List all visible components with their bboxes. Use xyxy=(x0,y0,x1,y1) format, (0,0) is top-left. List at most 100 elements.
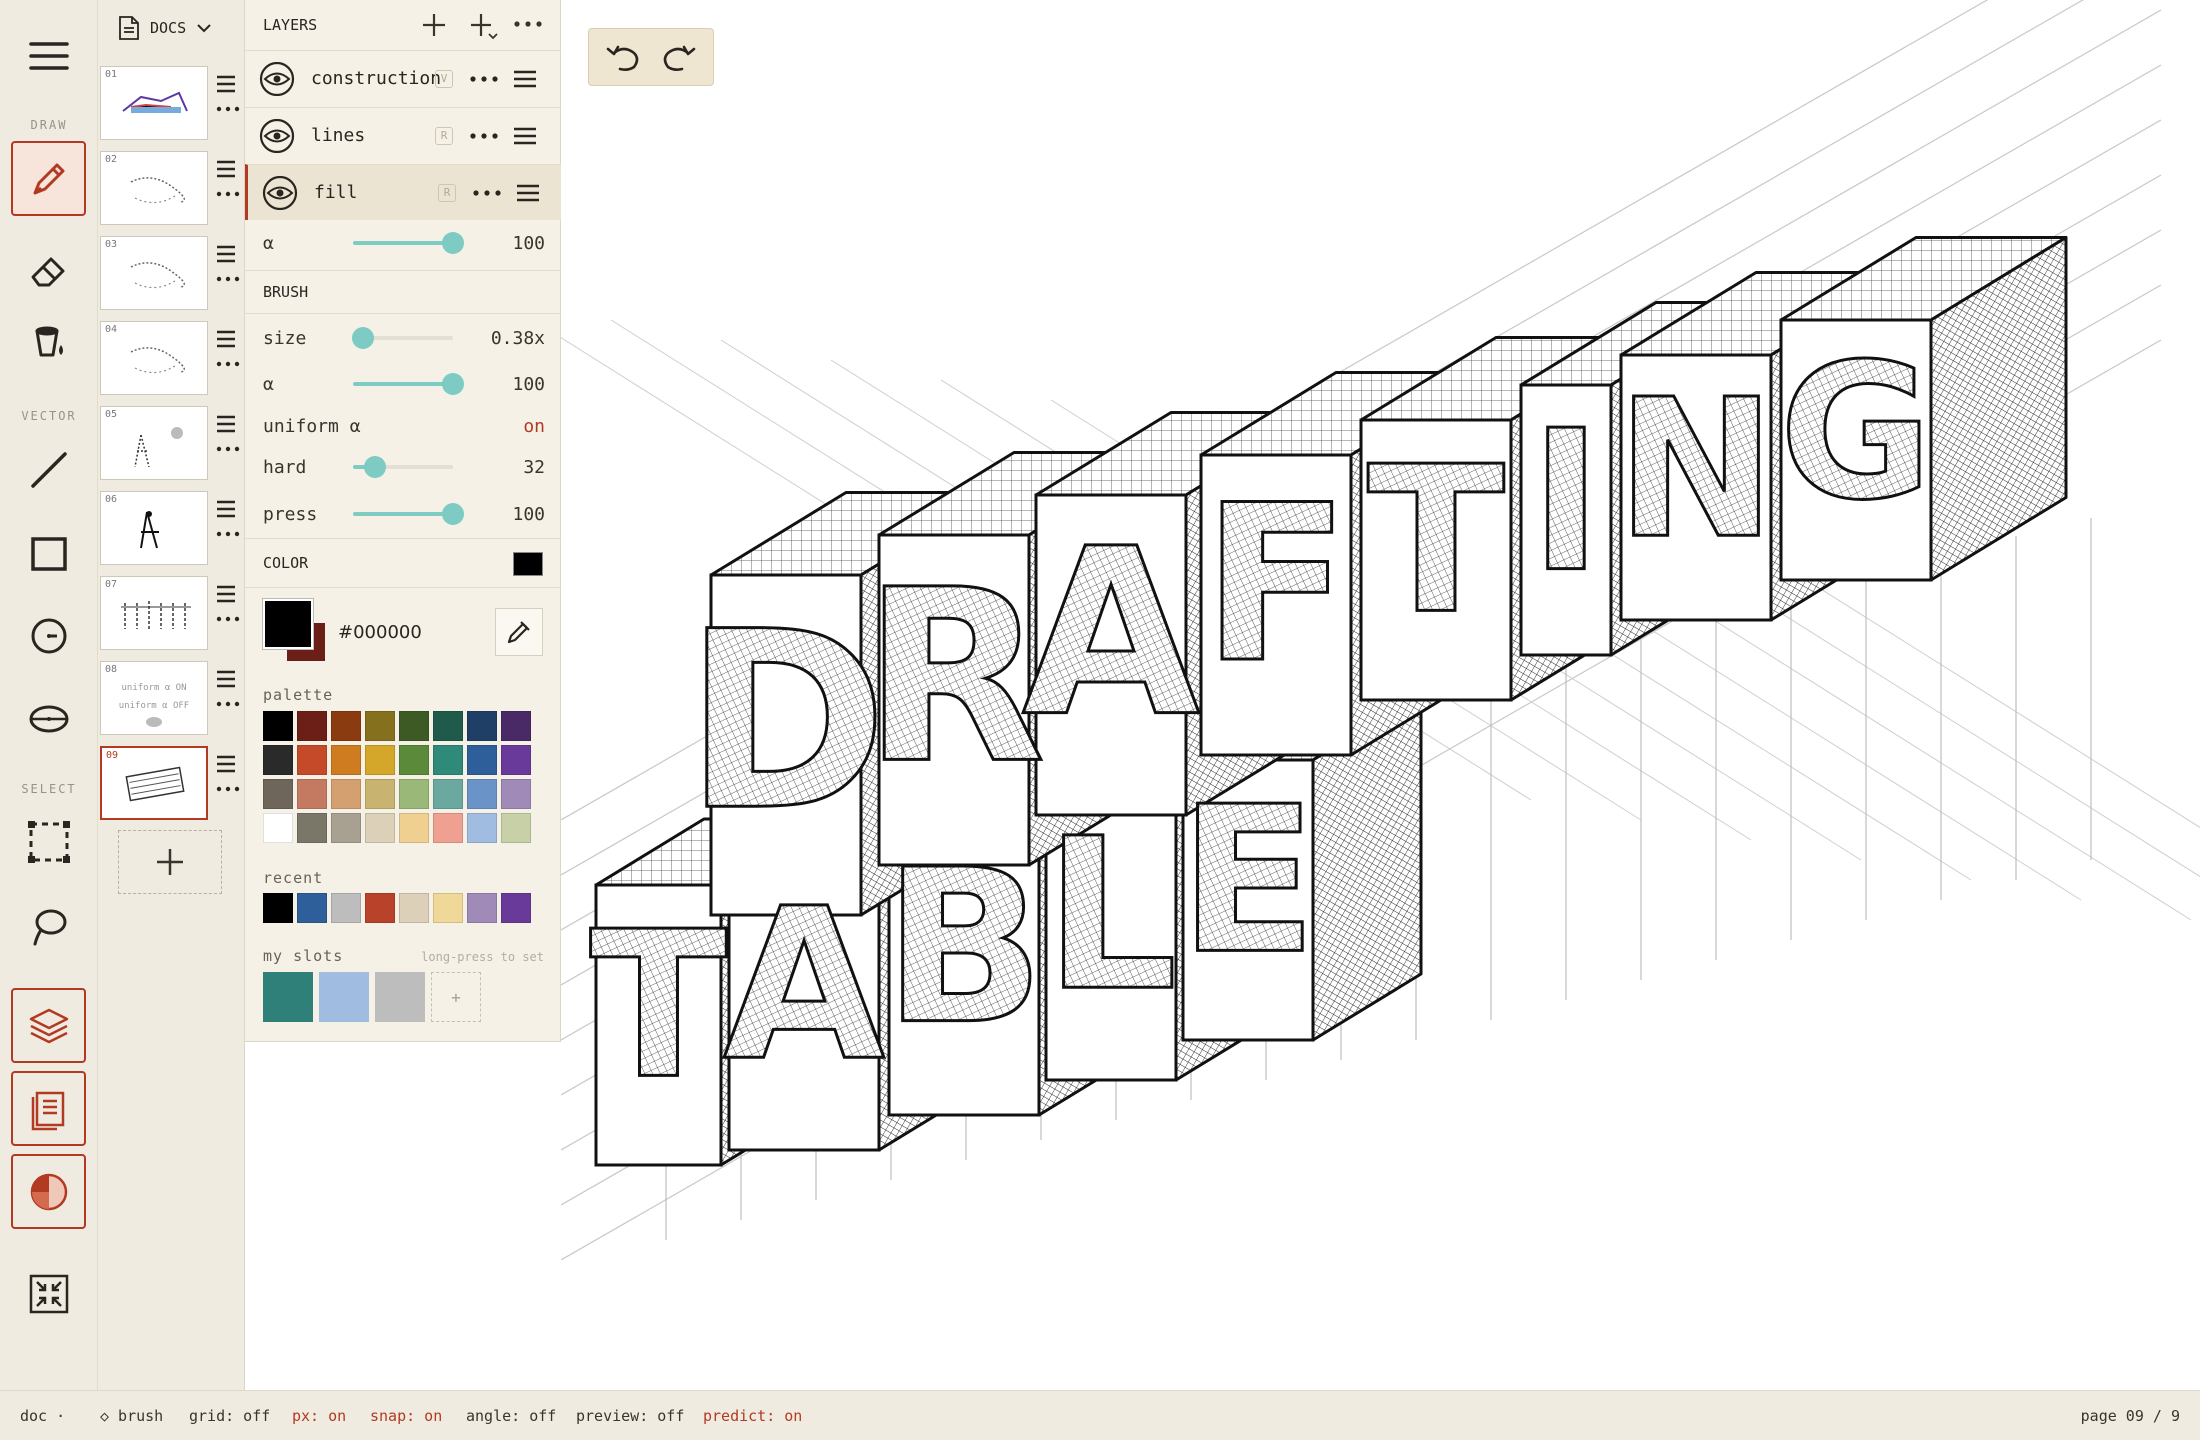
brush-size-slider[interactable] xyxy=(352,327,453,349)
recent-swatch[interactable] xyxy=(501,893,531,923)
status-doc[interactable]: doc · xyxy=(20,1407,65,1425)
drag-handle-icon[interactable] xyxy=(516,183,540,203)
slider-knob[interactable] xyxy=(352,327,374,349)
page-menu-icon[interactable] xyxy=(216,244,236,264)
fit-screen-button[interactable] xyxy=(11,1256,86,1331)
more-icon[interactable] xyxy=(472,189,502,197)
slider-knob[interactable] xyxy=(442,503,464,525)
palette-swatch[interactable] xyxy=(399,813,429,843)
ellipse-tool-button[interactable] xyxy=(11,598,86,673)
page-row[interactable]: 07 xyxy=(98,576,245,654)
palette-swatch[interactable] xyxy=(331,779,361,809)
color-slot[interactable] xyxy=(263,972,313,1022)
menu-button[interactable] xyxy=(11,18,86,93)
layer-name[interactable]: construction xyxy=(311,68,441,89)
pages-panel-button[interactable] xyxy=(11,1071,86,1146)
page-more-icon[interactable] xyxy=(216,786,240,792)
palette-swatch[interactable] xyxy=(501,813,531,843)
page-menu-icon[interactable] xyxy=(216,669,236,689)
page-row[interactable]: 08 uniform α ON uniform α OFF xyxy=(98,661,245,739)
status-angle[interactable]: angle: off xyxy=(466,1407,556,1425)
page-row[interactable]: 02 xyxy=(98,151,245,229)
palette-swatch[interactable] xyxy=(297,745,327,775)
line-tool-button[interactable] xyxy=(11,432,86,507)
page-thumbnail[interactable]: 09 xyxy=(100,746,208,820)
page-thumbnail[interactable]: 06 xyxy=(100,491,208,565)
page-menu-icon[interactable] xyxy=(216,74,236,94)
eye-icon[interactable] xyxy=(259,62,295,96)
page-row[interactable]: 05 xyxy=(98,406,245,484)
page-thumbnail[interactable]: 05 xyxy=(100,406,208,480)
palette-swatch[interactable] xyxy=(399,779,429,809)
status-grid[interactable]: grid: off xyxy=(189,1407,270,1425)
add-slot-button[interactable]: + xyxy=(431,972,481,1022)
layer-mode-badge[interactable]: R xyxy=(438,183,456,202)
palette-swatch[interactable] xyxy=(365,813,395,843)
current-color-chip[interactable] xyxy=(513,552,543,576)
palette-swatch[interactable] xyxy=(467,779,497,809)
recent-swatch[interactable] xyxy=(365,893,395,923)
page-thumbnail[interactable]: 08 uniform α ON uniform α OFF xyxy=(100,661,208,735)
primary-color-swatch[interactable] xyxy=(263,599,313,649)
hex-value[interactable]: #000000 xyxy=(338,622,422,643)
palette-swatch[interactable] xyxy=(433,813,463,843)
page-more-icon[interactable] xyxy=(216,361,240,367)
lasso-tool-button[interactable] xyxy=(11,888,86,963)
drag-handle-icon[interactable] xyxy=(513,126,537,146)
palette-swatch[interactable] xyxy=(433,745,463,775)
palette-swatch[interactable] xyxy=(365,779,395,809)
fill-tool-button[interactable] xyxy=(11,305,86,380)
more-icon[interactable] xyxy=(469,132,499,140)
add-sublayer-icon[interactable] xyxy=(469,12,499,40)
palette-swatch[interactable] xyxy=(501,745,531,775)
page-row[interactable]: 09 xyxy=(98,746,245,824)
palette-swatch[interactable] xyxy=(263,813,293,843)
page-menu-icon[interactable] xyxy=(216,329,236,349)
palette-swatch[interactable] xyxy=(263,711,293,741)
status-snap[interactable]: snap: on xyxy=(370,1407,442,1425)
drag-handle-icon[interactable] xyxy=(513,69,537,89)
page-thumbnail[interactable]: 03 xyxy=(100,236,208,310)
slider-knob[interactable] xyxy=(364,456,386,478)
color-slot[interactable] xyxy=(375,972,425,1022)
pen-tool-button[interactable] xyxy=(11,141,86,216)
add-layer-icon[interactable] xyxy=(421,12,447,38)
palette-swatch[interactable] xyxy=(263,779,293,809)
palette-swatch[interactable] xyxy=(297,813,327,843)
recent-swatch[interactable] xyxy=(263,893,293,923)
page-thumbnail[interactable]: 02 xyxy=(100,151,208,225)
palette-swatch[interactable] xyxy=(297,711,327,741)
page-row[interactable]: 01 xyxy=(98,66,245,144)
palette-swatch[interactable] xyxy=(433,779,463,809)
palette-swatch[interactable] xyxy=(399,711,429,741)
slider-knob[interactable] xyxy=(442,373,464,395)
palette-swatch[interactable] xyxy=(399,745,429,775)
marquee-tool-button[interactable] xyxy=(11,804,86,879)
recent-swatch[interactable] xyxy=(331,893,361,923)
page-more-icon[interactable] xyxy=(216,531,240,537)
drawing-canvas[interactable]: DRAFTINGTABLE xyxy=(561,0,2200,1390)
page-menu-icon[interactable] xyxy=(216,584,236,604)
color-slot[interactable] xyxy=(319,972,369,1022)
palette-swatch[interactable] xyxy=(263,745,293,775)
palette-swatch[interactable] xyxy=(331,711,361,741)
layer-alpha-slider[interactable] xyxy=(353,232,464,254)
page-more-icon[interactable] xyxy=(216,616,240,622)
uniform-alpha-toggle[interactable]: on xyxy=(523,416,545,437)
palette-swatch[interactable] xyxy=(433,711,463,741)
layer-mode-badge[interactable]: R xyxy=(435,126,453,145)
layer-row[interactable]: lines R xyxy=(245,107,561,163)
page-thumbnail[interactable]: 07 xyxy=(100,576,208,650)
more-icon[interactable] xyxy=(513,20,543,28)
ellipse-flat-tool-button[interactable] xyxy=(11,681,86,756)
palette-swatch[interactable] xyxy=(365,745,395,775)
page-row[interactable]: 04 xyxy=(98,321,245,399)
page-row[interactable]: 06 xyxy=(98,491,245,569)
recent-swatch[interactable] xyxy=(467,893,497,923)
layer-row[interactable]: fill R xyxy=(245,164,561,220)
status-px[interactable]: px: on xyxy=(292,1407,346,1425)
page-menu-icon[interactable] xyxy=(216,414,236,434)
brush-alpha-slider[interactable] xyxy=(353,373,464,395)
layer-name[interactable]: lines xyxy=(311,125,365,146)
more-icon[interactable] xyxy=(469,75,499,83)
